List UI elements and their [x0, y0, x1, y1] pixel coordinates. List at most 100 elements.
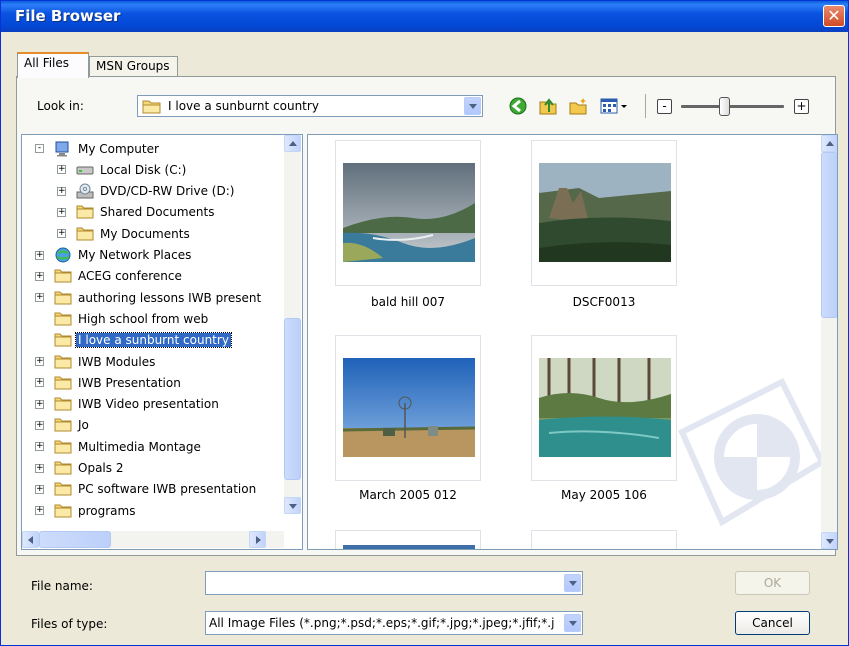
folder-icon: [54, 396, 72, 412]
tree-item-label: Multimedia Montage: [78, 439, 201, 454]
expand-icon[interactable]: +: [57, 165, 66, 175]
files-of-type-value: All Image Files (*.png;*.psd;*.eps;*.gif…: [209, 616, 555, 630]
expand-icon[interactable]: +: [57, 207, 66, 217]
thumbnail-card[interactable]: [531, 140, 677, 286]
tree-item-label: My Documents: [100, 226, 190, 241]
expand-icon[interactable]: +: [35, 420, 44, 430]
tree-horizontal-scrollbar[interactable]: [22, 531, 284, 548]
tree-item[interactable]: + ACEG conference: [35, 266, 184, 287]
tree-item[interactable]: + Multimedia Montage: [35, 436, 203, 457]
tree-item[interactable]: + authoring lessons IWB present: [35, 287, 263, 308]
expand-icon[interactable]: +: [57, 229, 66, 239]
tree-item[interactable]: I love a sunburnt country: [54, 330, 232, 351]
scroll-down-icon[interactable]: [821, 532, 837, 549]
tree-item[interactable]: - My Computer: [35, 138, 161, 159]
rock-formation-valley-photo: [539, 163, 671, 262]
thumbnail-card[interactable]: [335, 140, 481, 286]
zoom-slider-track[interactable]: [681, 105, 784, 108]
expand-icon[interactable]: +: [35, 506, 44, 516]
folder-icon: [54, 332, 72, 348]
cancel-button[interactable]: Cancel: [735, 611, 810, 635]
tree-item-label: programs: [78, 503, 136, 518]
expand-icon[interactable]: +: [35, 357, 44, 366]
expand-icon[interactable]: +: [35, 250, 44, 260]
zoom-out-button[interactable]: -: [657, 99, 672, 114]
title-bar[interactable]: File Browser ✕: [1, 1, 848, 32]
tree-item[interactable]: + Shared Documents: [57, 202, 216, 223]
zoom-in-button[interactable]: +: [794, 99, 809, 114]
chevron-down-icon[interactable]: [464, 97, 481, 115]
expand-icon[interactable]: +: [35, 484, 44, 494]
files-of-type-dropdown[interactable]: All Image Files (*.png;*.psd;*.eps;*.gif…: [205, 611, 583, 635]
expand-icon[interactable]: +: [57, 186, 66, 196]
thumbnail-card[interactable]: [335, 530, 481, 549]
tree-item[interactable]: + programs: [35, 500, 137, 521]
thumbnail-label: DSCF0013: [572, 295, 636, 309]
folder-icon: [142, 99, 162, 117]
tree-item[interactable]: + IWB Modules: [35, 351, 157, 372]
tree-item[interactable]: + My Network Places: [35, 245, 193, 266]
look-in-value: I love a sunburnt country: [168, 99, 319, 113]
tree-item[interactable]: + Opals 2: [35, 458, 125, 479]
gallery-scrollbar[interactable]: [821, 135, 837, 549]
thumbnail-card[interactable]: [531, 335, 677, 481]
tree-item-label: authoring lessons IWB present: [78, 290, 262, 305]
folder-icon: [54, 311, 72, 327]
look-in-dropdown[interactable]: I love a sunburnt country: [137, 95, 483, 117]
tree-item[interactable]: + IWB Video presentation: [35, 394, 221, 415]
tab-all-files[interactable]: All Files: [17, 52, 89, 78]
expand-icon[interactable]: +: [35, 442, 44, 452]
scrollbar-thumb[interactable]: [284, 318, 301, 480]
tree-item-label: Shared Documents: [100, 205, 215, 220]
view-menu-icon[interactable]: [599, 95, 629, 117]
tree-item[interactable]: + My Documents: [57, 223, 192, 244]
scroll-right-icon[interactable]: [249, 531, 266, 548]
scroll-up-icon[interactable]: [821, 135, 837, 152]
scrollbar-thumb[interactable]: [39, 531, 111, 548]
folder-icon: [54, 417, 72, 433]
expand-icon[interactable]: +: [35, 399, 44, 409]
scroll-down-icon[interactable]: [284, 497, 301, 514]
chevron-down-icon[interactable]: [564, 574, 581, 592]
ok-button[interactable]: OK: [735, 571, 810, 595]
back-icon[interactable]: [507, 95, 529, 117]
tree-item[interactable]: + IWB Presentation: [35, 372, 183, 393]
thumbnail-gallery[interactable]: bald hill 007 DSCF0013 March 2005 012 Ma…: [307, 134, 838, 550]
close-icon: ✕: [827, 6, 841, 25]
tree-item-label: IWB Modules: [78, 354, 156, 369]
expand-icon[interactable]: +: [35, 271, 44, 281]
tree-item-label: DVD/CD-RW Drive (D:): [100, 184, 235, 199]
new-folder-icon[interactable]: [567, 95, 589, 117]
tree-item[interactable]: High school from web: [54, 308, 210, 329]
tree-item-label: ACEG conference: [78, 269, 182, 284]
file-name-field[interactable]: [205, 571, 583, 595]
thumbnail-card[interactable]: [531, 530, 677, 549]
tree-item[interactable]: + DVD/CD-RW Drive (D:): [57, 181, 236, 202]
tab-msn-groups[interactable]: MSN Groups: [89, 56, 178, 77]
watermark-logo-icon: [678, 377, 826, 527]
folder-icon: [54, 460, 72, 476]
thumbnail-label: May 2005 106: [561, 488, 647, 502]
tree-item-label: Jo: [78, 418, 89, 433]
look-in-label: Look in:: [37, 99, 84, 113]
folder-tree[interactable]: - My Computer + Local Disk (C:) + DVD/CD-RW D…: [21, 134, 303, 550]
thumbnail-label: bald hill 007: [370, 295, 446, 309]
zoom-slider-thumb[interactable]: [719, 97, 731, 116]
scroll-up-icon[interactable]: [284, 135, 301, 152]
collapse-icon[interactable]: -: [35, 144, 44, 153]
expand-icon[interactable]: +: [35, 293, 44, 303]
tree-item[interactable]: + PC software IWB presentation: [35, 479, 258, 500]
cd-drive-icon: [76, 183, 94, 199]
tree-vertical-scrollbar[interactable]: [284, 135, 301, 514]
scroll-left-icon[interactable]: [22, 531, 39, 548]
folder-icon: [54, 481, 72, 497]
up-folder-icon[interactable]: [537, 95, 559, 117]
tree-item[interactable]: + Local Disk (C:): [57, 159, 188, 180]
tree-item[interactable]: + Jo: [35, 415, 91, 436]
expand-icon[interactable]: +: [35, 463, 44, 473]
thumbnail-card[interactable]: [335, 335, 481, 481]
scrollbar-thumb[interactable]: [821, 152, 837, 318]
chevron-down-icon[interactable]: [564, 614, 581, 632]
expand-icon[interactable]: +: [35, 378, 44, 388]
close-button[interactable]: ✕: [823, 5, 845, 27]
